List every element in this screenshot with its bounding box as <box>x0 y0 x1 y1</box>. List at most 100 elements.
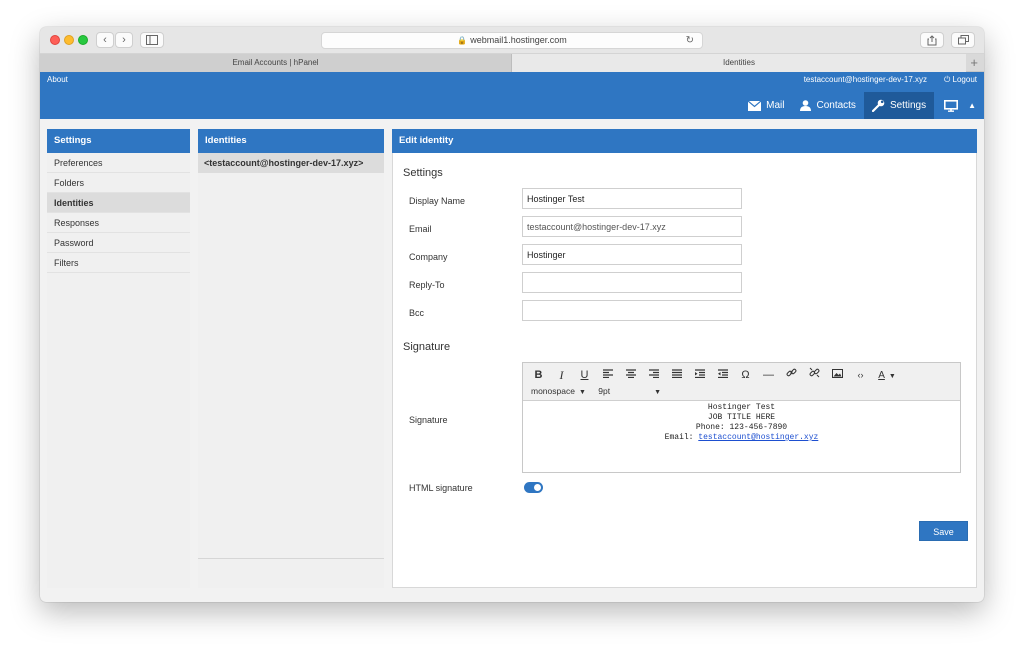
settings-item-responses[interactable]: Responses <box>47 213 190 233</box>
underline-button[interactable]: U <box>573 367 596 383</box>
settings-item-identities[interactable]: Identities <box>47 193 190 213</box>
display-name-input[interactable] <box>522 188 742 209</box>
signature-content[interactable]: Hostinger Test JOB TITLE HERE Phone: 123… <box>523 401 960 443</box>
email-label: Email <box>409 224 432 234</box>
nav-contacts[interactable]: Contacts <box>792 92 863 119</box>
italic-button[interactable]: I <box>550 367 573 383</box>
font-size-select[interactable]: 9pt ▼ <box>598 386 661 396</box>
signature-email-line: Email: testaccount@hostinger.xyz <box>523 433 960 443</box>
tabs-icon <box>957 35 969 45</box>
text-color-button[interactable]: A ▼ <box>872 367 902 383</box>
settings-item-password[interactable]: Password <box>47 233 190 253</box>
bold-button[interactable]: B <box>527 367 550 383</box>
email-input[interactable] <box>522 216 742 237</box>
collapse-header-button[interactable]: ▲ <box>968 92 984 119</box>
lock-icon: 🔒 <box>457 36 468 45</box>
sidebar-toggle-button[interactable] <box>140 32 164 48</box>
nav-contacts-label: Contacts <box>816 100 856 111</box>
horizontal-rule-button[interactable]: — <box>757 367 780 383</box>
indent-button[interactable] <box>711 367 734 383</box>
signature-email-prefix: Email: <box>664 433 694 442</box>
special-char-button[interactable]: Ω <box>734 367 757 383</box>
settings-panel: Settings Preferences Folders Identities … <box>47 129 190 588</box>
html-signature-toggle[interactable] <box>524 482 543 493</box>
address-text: webmail1.hostinger.com <box>470 35 567 45</box>
outdent-button[interactable] <box>688 367 711 383</box>
share-button[interactable] <box>920 32 944 48</box>
nav-settings[interactable]: Settings <box>863 92 935 119</box>
tabs-overview-button[interactable] <box>951 32 975 48</box>
nav-mail[interactable]: Mail <box>740 92 792 119</box>
reload-icon[interactable]: ↻ <box>686 33 694 48</box>
tab-identities[interactable]: Identities <box>512 54 966 72</box>
envelope-icon <box>748 100 762 111</box>
back-button[interactable]: ‹ <box>96 32 114 48</box>
font-family-select[interactable]: monospace ▼ <box>531 386 586 396</box>
share-icon <box>927 35 937 46</box>
source-code-button[interactable]: ‹› <box>849 367 872 383</box>
chevron-right-icon: › <box>122 34 126 46</box>
logout-link[interactable]: ⏻ Logout <box>944 75 977 85</box>
company-label: Company <box>409 252 448 262</box>
settings-heading: Settings <box>403 167 443 179</box>
company-input[interactable] <box>522 244 742 265</box>
justify-icon <box>671 369 682 379</box>
signature-email-link[interactable]: testaccount@hostinger.xyz <box>698 433 818 442</box>
browser-window: ‹ › 🔒 webmail1.hostinger.com ↻ Email Acc… <box>40 27 984 602</box>
address-bar[interactable]: 🔒 webmail1.hostinger.com ↻ <box>321 32 703 49</box>
person-icon <box>800 100 812 111</box>
edit-identity-panel: Edit identity Settings Display Name Emai… <box>392 129 977 588</box>
settings-item-folders[interactable]: Folders <box>47 173 190 193</box>
align-left-button[interactable] <box>596 367 619 383</box>
account-email: testaccount@hostinger-dev-17.xyz <box>803 75 927 84</box>
chevron-up-icon: ▲ <box>968 101 976 110</box>
align-center-button[interactable] <box>619 367 642 383</box>
zoom-window-button[interactable] <box>78 35 88 45</box>
sidebar-icon <box>146 35 158 45</box>
link-icon <box>786 368 797 377</box>
align-center-icon <box>625 369 636 379</box>
insert-image-button[interactable] <box>826 367 849 383</box>
caret-down-icon: ▼ <box>888 373 896 380</box>
identity-list-item[interactable]: <testaccount@hostinger-dev-17.xyz> <box>198 153 384 173</box>
align-left-icon <box>602 369 613 379</box>
save-button[interactable]: Save <box>919 521 968 541</box>
editor-toolbar: B I U Ω — ‹› A ▼ monospace ▼ 9pt ▼ <box>523 363 960 401</box>
font-size-value: 9pt <box>598 386 611 396</box>
about-link[interactable]: About <box>47 75 68 84</box>
settings-panel-title: Settings <box>47 129 190 153</box>
nav-display-menu[interactable] <box>934 92 968 119</box>
bcc-input[interactable] <box>522 300 742 321</box>
reply-to-label: Reply-To <box>409 280 445 290</box>
settings-item-preferences[interactable]: Preferences <box>47 153 190 173</box>
unlink-button[interactable] <box>803 367 826 383</box>
tab-email-accounts[interactable]: Email Accounts | hPanel <box>40 54 512 72</box>
html-signature-label: HTML signature <box>409 483 473 493</box>
chevron-left-icon: ‹ <box>103 34 107 46</box>
wrench-icon <box>871 99 885 112</box>
identities-panel-title: Identities <box>198 129 384 153</box>
text-color-icon: A <box>878 370 885 381</box>
minimize-window-button[interactable] <box>64 35 74 45</box>
align-right-button[interactable] <box>642 367 665 383</box>
insert-link-button[interactable] <box>780 367 803 383</box>
monitor-icon <box>944 99 959 112</box>
top-navigation: Mail Contacts Settings ▲ <box>740 92 984 119</box>
reply-to-input[interactable] <box>522 272 742 293</box>
justify-button[interactable] <box>665 367 688 383</box>
omega-icon: Ω <box>741 369 750 381</box>
outdent-icon <box>694 369 705 379</box>
browser-titlebar: ‹ › 🔒 webmail1.hostinger.com ↻ <box>40 27 984 54</box>
forward-button[interactable]: › <box>115 32 133 48</box>
new-tab-button[interactable]: + <box>970 54 978 71</box>
logout-label: Logout <box>952 75 977 84</box>
display-name-label: Display Name <box>409 196 466 206</box>
caret-down-icon: ▼ <box>654 389 662 396</box>
indent-icon <box>717 369 728 379</box>
browser-tab-bar: Email Accounts | hPanel Identities + <box>40 54 984 72</box>
caret-down-icon: ▼ <box>578 389 586 396</box>
settings-item-filters[interactable]: Filters <box>47 253 190 273</box>
signature-phone-line: Phone: 123-456-7890 <box>695 423 788 432</box>
close-window-button[interactable] <box>50 35 60 45</box>
bcc-label: Bcc <box>409 308 425 318</box>
